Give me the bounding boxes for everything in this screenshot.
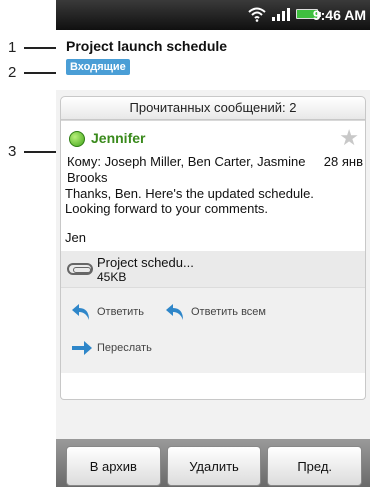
status-time: 9:46 AM (312, 7, 366, 23)
recipients-line: Кому: Joseph Miller, Ben Carter, Jasmine… (61, 154, 365, 170)
signal-icon (272, 7, 290, 21)
reply-all-button[interactable]: Ответить всем (165, 302, 266, 322)
status-bar: 9:46 AM (56, 0, 370, 30)
message-actions: Ответить Ответить всем Переслать (61, 287, 365, 373)
attachment-name: Project schedu... (97, 255, 194, 270)
body-line: Looking forward to your comments. (65, 201, 269, 216)
folder-badge[interactable]: Входящие (66, 59, 130, 75)
callout-line (24, 151, 58, 153)
message-body: Thanks, Ben. Here's the updated schedule… (61, 186, 365, 216)
message-date: 28 янв (323, 154, 363, 169)
forward-button[interactable]: Переслать (71, 338, 152, 358)
body-line: Thanks, Ben. Here's the updated schedule… (65, 186, 314, 201)
recipients-line-cont: Brooks (67, 170, 108, 185)
phone-screen: 9:46 AM Project launch schedule Входящие… (56, 0, 370, 487)
callout-number: 1 (8, 39, 17, 56)
bottom-action-bar: В архив Удалить Пред. (56, 439, 370, 487)
attachment-row[interactable]: Project schedu... 45KB (61, 251, 365, 287)
archive-button[interactable]: В архив (66, 446, 161, 486)
message-sender-row: Jennifer ★ (61, 120, 365, 154)
presence-status-icon (69, 131, 85, 147)
paperclip-icon (67, 263, 93, 275)
callout-number: 2 (8, 64, 17, 81)
wifi-icon (248, 7, 266, 22)
callout-number: 3 (8, 143, 17, 160)
callout-line (24, 47, 58, 49)
reply-all-label: Ответить всем (191, 306, 266, 318)
sender-name[interactable]: Jennifer (91, 130, 145, 146)
callout-2: 2 (0, 63, 65, 83)
reply-all-icon (166, 304, 183, 320)
reply-icon (72, 304, 89, 320)
reply-button[interactable]: Ответить (71, 302, 144, 322)
forward-label: Переслать (97, 342, 152, 354)
recipients-text: Кому: Joseph Miller, Ben Carter, Jasmine (67, 154, 306, 169)
callout-3: 3 (0, 142, 65, 162)
previous-button[interactable]: Пред. (267, 446, 363, 486)
star-icon[interactable]: ★ (339, 125, 359, 151)
email-subject: Project launch schedule (66, 38, 228, 54)
attachment-size: 45KB (97, 270, 127, 284)
message-signature: Jen (65, 230, 86, 245)
callout-1: 1 (0, 38, 65, 58)
callout-line (24, 72, 58, 74)
forward-arrow-icon (72, 341, 92, 355)
read-messages-bar[interactable]: Прочитанных сообщений: 2 (60, 96, 366, 120)
delete-button[interactable]: Удалить (166, 446, 262, 486)
message-card: Jennifer ★ Кому: Joseph Miller, Ben Cart… (60, 120, 366, 400)
email-header: Project launch schedule Входящие (56, 30, 370, 90)
reply-label: Ответить (97, 306, 145, 318)
